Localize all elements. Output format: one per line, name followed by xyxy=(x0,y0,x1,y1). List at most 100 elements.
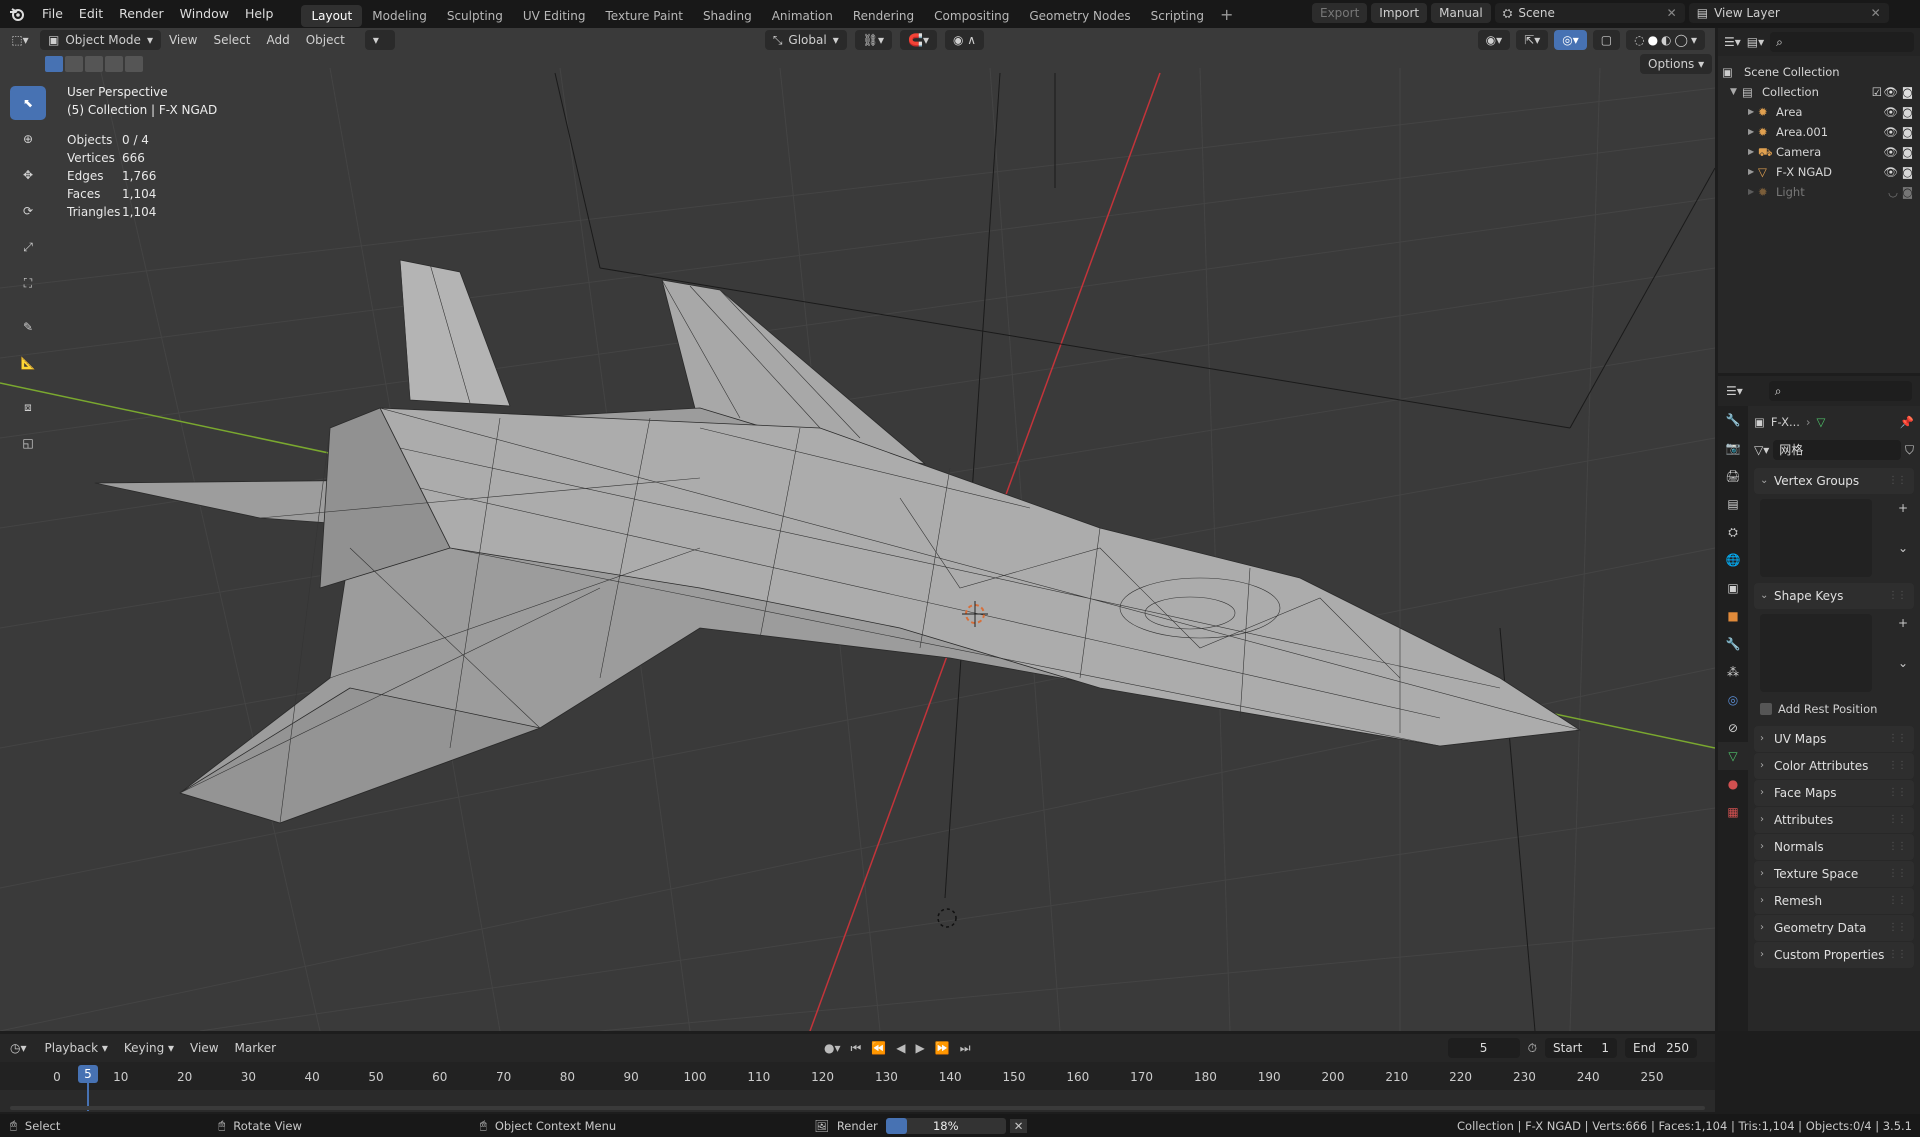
select-subtract-icon[interactable] xyxy=(85,56,103,72)
options-button[interactable]: Options ▾ xyxy=(1640,54,1713,74)
view-layer-tab-icon[interactable]: ▤ xyxy=(1718,490,1748,518)
visibility-icon[interactable]: ◉▾ xyxy=(1477,30,1511,50)
tab-geometry-nodes[interactable]: Geometry Nodes xyxy=(1019,5,1140,27)
add-icon[interactable]: + xyxy=(1898,501,1908,515)
modifiers-tab-icon[interactable]: 🔧 xyxy=(1718,630,1748,658)
panel-geometry-data[interactable]: › Geometry Data ⋮⋮ xyxy=(1754,915,1914,941)
object-tab-icon[interactable]: ■ xyxy=(1718,602,1748,630)
editor-type-icon[interactable]: ☰▾ xyxy=(1726,384,1743,398)
chevron-right-icon[interactable]: ▶ xyxy=(1748,142,1758,162)
close-icon[interactable]: ✕ xyxy=(1667,3,1677,23)
data-tab-icon[interactable]: ▽ xyxy=(1718,742,1748,770)
select-invert-icon[interactable] xyxy=(105,56,123,72)
jump-start-icon[interactable]: ⏮ xyxy=(851,1041,862,1056)
editor-type-icon[interactable]: ⬚▾ xyxy=(0,33,40,47)
camera-icon[interactable]: ◙ xyxy=(1902,102,1913,122)
add-primitive-tool-icon[interactable]: ◱ xyxy=(10,426,46,460)
chevron-down-icon[interactable]: ▾ xyxy=(1691,30,1697,50)
menu-view[interactable]: View xyxy=(161,33,205,47)
panel-color-attributes[interactable]: › Color Attributes ⋮⋮ xyxy=(1754,753,1914,779)
tab-layout[interactable]: Layout xyxy=(301,4,363,27)
jump-end-icon[interactable]: ⏭ xyxy=(960,1041,971,1056)
cancel-render-icon[interactable]: ✕ xyxy=(1009,1118,1028,1133)
record-icon[interactable]: ●▾ xyxy=(824,1041,841,1055)
aircraft-mesh[interactable] xyxy=(94,259,1581,824)
menu-marker[interactable]: Marker xyxy=(227,1041,284,1055)
eye-icon[interactable]: 👁 xyxy=(1883,102,1898,122)
menu-object[interactable]: Object xyxy=(298,33,353,47)
properties-search-input[interactable]: ⌕ xyxy=(1768,381,1912,401)
tab-animation[interactable]: Animation xyxy=(762,5,843,27)
tool-tab-icon[interactable]: 🔧 xyxy=(1718,406,1748,434)
panel-custom-properties[interactable]: › Custom Properties ⋮⋮ xyxy=(1754,942,1914,968)
snap-icon[interactable]: 🧲▾ xyxy=(900,30,937,50)
select-extend-icon[interactable] xyxy=(65,56,83,72)
pivot-icon[interactable]: ⛓▾ xyxy=(854,30,892,50)
panel-remesh[interactable]: › Remesh ⋮⋮ xyxy=(1754,888,1914,914)
outliner-collection[interactable]: ▼ ▤ Collection ☑ 👁 ◙ xyxy=(1722,82,1916,102)
chevron-down-icon[interactable]: ▼ xyxy=(1730,82,1742,102)
outliner-item-fx-ngad[interactable]: ▶ ▽ F-X NGAD 👁 ◙ xyxy=(1722,162,1916,182)
eye-icon[interactable]: 👁 xyxy=(1883,142,1898,162)
chevron-down-icon[interactable]: ▾ xyxy=(364,30,395,50)
checkbox-icon[interactable] xyxy=(1760,703,1772,715)
view-layer-selector[interactable]: ▤ View Layer ✕ xyxy=(1688,3,1889,23)
playhead[interactable]: 5 xyxy=(78,1062,98,1112)
gizmo-icon[interactable]: ⇱▾ xyxy=(1516,30,1549,50)
panel-shape-keys[interactable]: ⌄ Shape Keys ⋮⋮ xyxy=(1754,583,1914,609)
proportional-edit-icon[interactable]: ◉ ∧ xyxy=(944,30,985,50)
manual-button[interactable]: Manual xyxy=(1431,3,1491,23)
material-tab-icon[interactable]: ● xyxy=(1718,770,1748,798)
particles-tab-icon[interactable]: ⁂ xyxy=(1718,658,1748,686)
panel-normals[interactable]: › Normals ⋮⋮ xyxy=(1754,834,1914,860)
transform-orientation-selector[interactable]: ⤡ Global ▾ xyxy=(764,30,847,50)
add-cube-tool-icon[interactable]: ⧈ xyxy=(10,390,46,424)
display-mode-icon[interactable]: ▤▾ xyxy=(1747,35,1764,49)
eye-icon[interactable]: 👁 xyxy=(1883,82,1898,102)
export-button[interactable]: Export xyxy=(1312,3,1368,23)
vertex-groups-list[interactable] xyxy=(1760,499,1872,577)
physics-tab-icon[interactable]: ◎ xyxy=(1718,686,1748,714)
chevron-right-icon[interactable]: ▶ xyxy=(1748,122,1758,142)
chevron-down-icon[interactable]: ⌄ xyxy=(1898,541,1908,555)
world-tab-icon[interactable]: 🌐 xyxy=(1718,546,1748,574)
outliner-item-light[interactable]: ▶ ✹ Light ◡ ◙ xyxy=(1722,182,1916,202)
outliner-item-camera[interactable]: ▶ ⛟ Camera 👁 ◙ xyxy=(1722,142,1916,162)
blender-logo-icon[interactable] xyxy=(0,6,34,22)
3d-viewport[interactable]: ⬚▾ ▣ Object Mode ▾ View Select Add Objec… xyxy=(0,28,1715,1031)
timeline-area[interactable]: 0 10 20 30 40 50 60 70 80 90 100 110 120 130 140 150 160… xyxy=(0,1062,1715,1112)
scene-selector[interactable]: ⛭ Scene ✕ xyxy=(1494,3,1685,23)
light-icon[interactable] xyxy=(937,908,957,928)
scene-tab-icon[interactable]: ⛭ xyxy=(1718,518,1748,546)
material-shading-icon[interactable]: ◐ xyxy=(1661,30,1671,50)
solid-shading-icon[interactable]: ● xyxy=(1648,30,1658,50)
clock-icon[interactable]: ◷▾ xyxy=(0,1041,37,1055)
menu-add[interactable]: Add xyxy=(258,33,297,47)
rotate-tool-icon[interactable]: ⟳ xyxy=(10,194,46,228)
chevron-right-icon[interactable]: ▶ xyxy=(1748,182,1758,202)
camera-icon[interactable]: ◙ xyxy=(1902,82,1913,102)
menu-select[interactable]: Select xyxy=(205,33,258,47)
eye-closed-icon[interactable]: ◡ xyxy=(1888,182,1898,202)
constraints-tab-icon[interactable]: ⊘ xyxy=(1718,714,1748,742)
select-intersect-icon[interactable] xyxy=(125,56,143,72)
texture-tab-icon[interactable]: ▦ xyxy=(1718,798,1748,826)
outliner-scene-collection[interactable]: ▣ Scene Collection xyxy=(1722,62,1916,82)
outliner-search-input[interactable]: ⌕ xyxy=(1770,32,1914,52)
mode-selector[interactable]: ▣ Object Mode ▾ xyxy=(40,30,161,50)
cursor-tool-icon[interactable]: ⊕ xyxy=(10,122,46,156)
import-button[interactable]: Import xyxy=(1371,3,1428,23)
next-keyframe-icon[interactable]: ⏩ xyxy=(935,1041,950,1055)
scale-tool-icon[interactable]: ⤢ xyxy=(10,230,46,264)
mesh-name-field[interactable]: 网格 xyxy=(1773,440,1901,460)
rendered-shading-icon[interactable]: ◯ xyxy=(1675,30,1688,50)
menu-file[interactable]: File xyxy=(34,0,71,28)
tab-scripting[interactable]: Scripting xyxy=(1141,5,1214,27)
chevron-right-icon[interactable]: ▶ xyxy=(1748,162,1758,182)
measure-tool-icon[interactable]: 📐 xyxy=(10,346,46,380)
add-icon[interactable]: + xyxy=(1898,616,1908,630)
viewport-canvas[interactable] xyxy=(0,28,1715,1031)
select-box-tool-icon[interactable]: ⬉ xyxy=(10,86,46,120)
eye-icon[interactable]: 👁 xyxy=(1883,162,1898,182)
checkbox-icon[interactable]: ☑ xyxy=(1872,82,1882,102)
